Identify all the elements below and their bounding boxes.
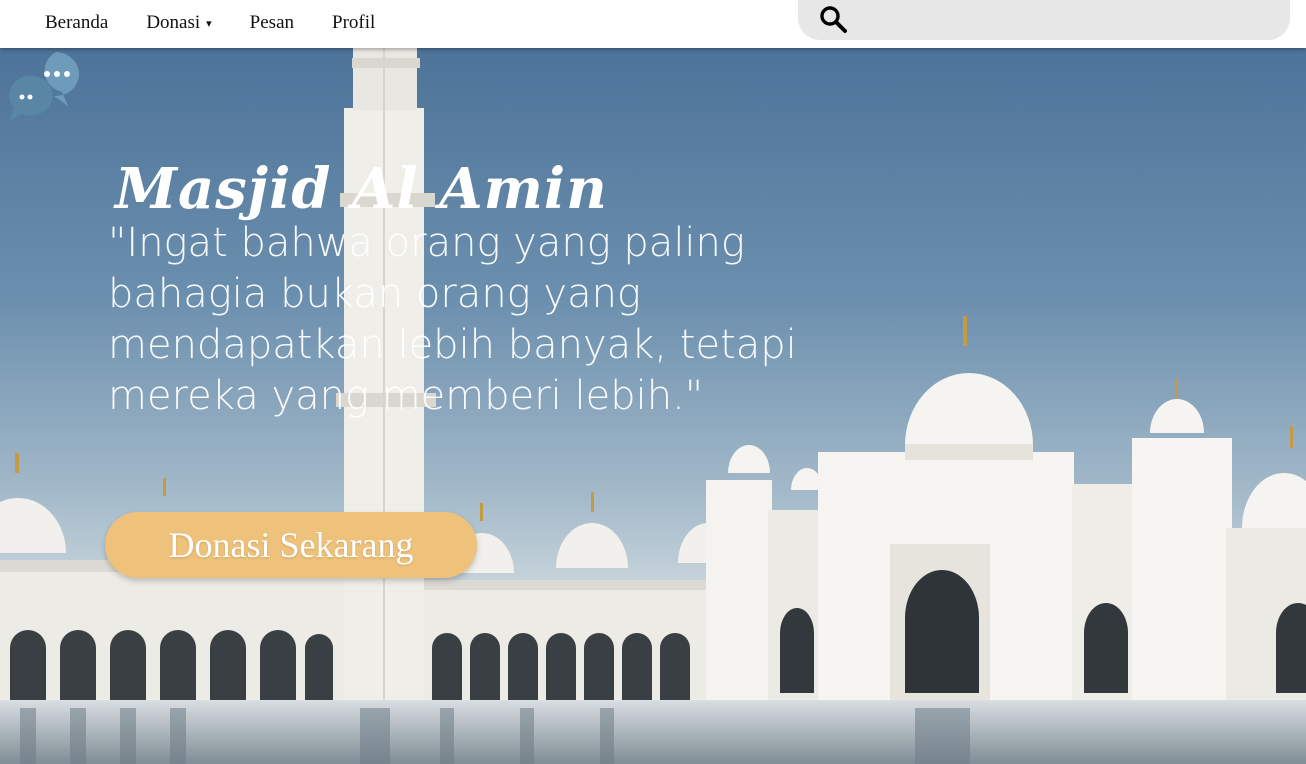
nav-item-donasi[interactable]: Donasi ▾ <box>146 12 211 34</box>
chat-bubbles-icon[interactable] <box>0 48 84 120</box>
top-navbar: Beranda Donasi ▾ Pesan Profil <box>0 0 1306 48</box>
nav-label: Beranda <box>45 12 109 33</box>
hero-section: Masjid Al Amin "Ingat bahwa orang yang p… <box>0 48 1306 764</box>
nav-label: Profil <box>332 12 376 33</box>
donate-now-button[interactable]: Donasi Sekarang <box>105 512 477 578</box>
hero-quote: "Ingat bahwa orang yang paling bahagia b… <box>108 220 797 419</box>
search-bar <box>798 0 1290 40</box>
search-input[interactable] <box>860 6 1274 36</box>
main-nav: Beranda Donasi ▾ Pesan Profil <box>45 12 375 34</box>
search-icon[interactable] <box>818 4 848 34</box>
nav-item-profil[interactable]: Profil <box>332 12 375 34</box>
nav-label: Pesan <box>249 12 294 33</box>
chevron-down-icon: ▾ <box>206 17 212 30</box>
hero-title: Masjid Al Amin <box>115 155 608 222</box>
nav-label: Donasi <box>146 12 201 33</box>
nav-item-beranda[interactable]: Beranda <box>45 12 108 34</box>
nav-item-pesan[interactable]: Pesan <box>250 12 294 34</box>
